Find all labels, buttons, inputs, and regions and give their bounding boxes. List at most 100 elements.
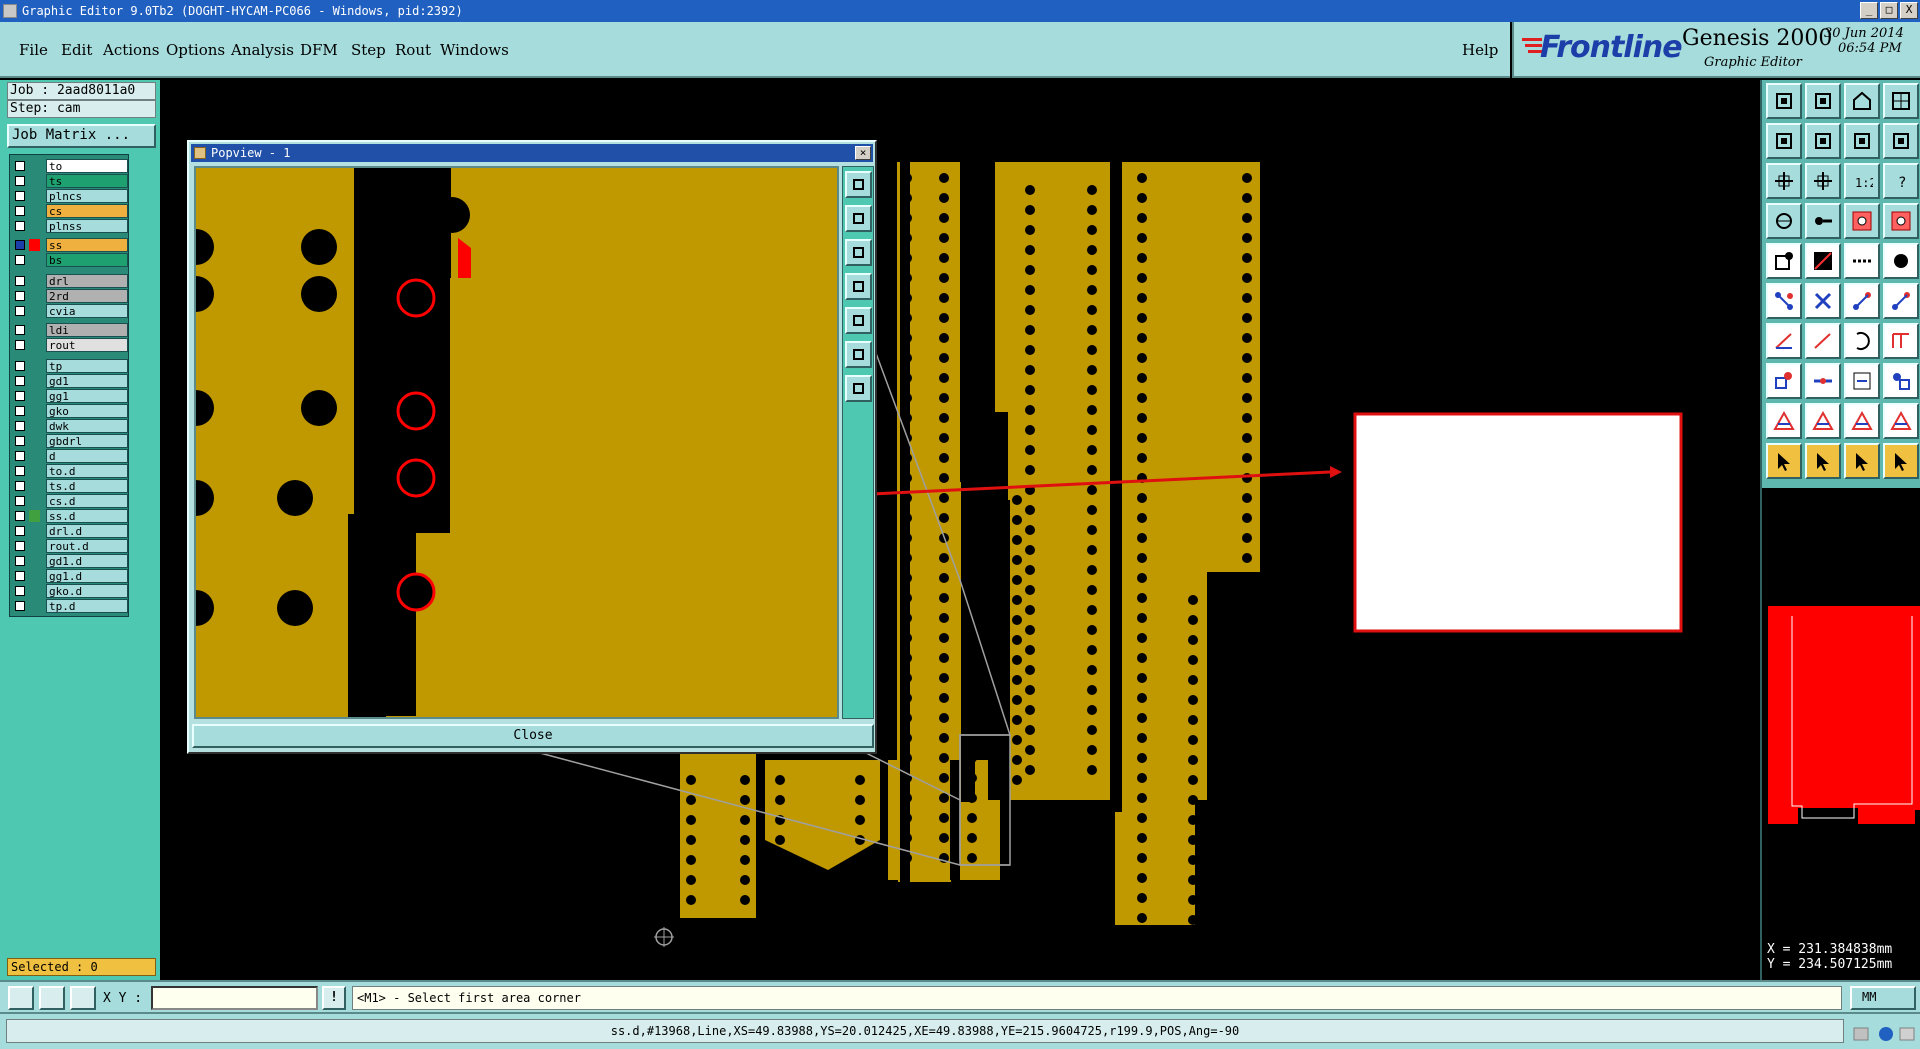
layer-checkbox[interactable] bbox=[15, 496, 25, 506]
layer-row-2rd[interactable]: 2rd bbox=[12, 289, 128, 303]
layer-checkbox[interactable] bbox=[15, 526, 25, 536]
layer-name[interactable]: to bbox=[46, 159, 128, 173]
layer-checkbox[interactable] bbox=[15, 511, 25, 521]
layer-row-gko-d[interactable]: gko.d bbox=[12, 584, 128, 598]
layer-checkbox[interactable] bbox=[15, 436, 25, 446]
layer-row-cs[interactable]: cs bbox=[12, 204, 128, 218]
layer-row-plnss[interactable]: plnss bbox=[12, 219, 128, 233]
pointer-edit-icon[interactable] bbox=[1844, 443, 1880, 479]
unit-button[interactable]: MM bbox=[1850, 986, 1916, 1010]
layer-row-cvia[interactable]: cvia bbox=[12, 304, 128, 318]
triangle-c-icon[interactable] bbox=[1883, 403, 1919, 439]
layer-checkbox[interactable] bbox=[15, 191, 25, 201]
layer-checkbox[interactable] bbox=[15, 306, 25, 316]
angle-icon[interactable] bbox=[1766, 323, 1802, 359]
layer-checkbox[interactable] bbox=[15, 421, 25, 431]
zoom-home-icon[interactable] bbox=[1766, 83, 1802, 119]
popview-canvas[interactable] bbox=[194, 166, 839, 719]
layer-checkbox[interactable] bbox=[15, 240, 25, 250]
layer-name[interactable]: cs bbox=[46, 204, 128, 218]
layer-row-ldi[interactable]: ldi bbox=[12, 323, 128, 337]
pointer-sel-icon[interactable] bbox=[1805, 443, 1841, 479]
layer-checkbox[interactable] bbox=[15, 571, 25, 581]
layer-name[interactable]: cs.d bbox=[46, 494, 128, 508]
layer-checkbox[interactable] bbox=[15, 586, 25, 596]
layer-name[interactable]: gd1 bbox=[46, 374, 128, 388]
layer-checkbox[interactable] bbox=[15, 451, 25, 461]
layer-row-bs[interactable]: bs bbox=[12, 253, 128, 267]
layer-name[interactable]: ts.d bbox=[46, 479, 128, 493]
layer-checkbox[interactable] bbox=[15, 406, 25, 416]
xy-input[interactable] bbox=[151, 986, 318, 1010]
zoom-out-icon[interactable] bbox=[1844, 123, 1880, 159]
layer-name[interactable]: drl.d bbox=[46, 524, 128, 538]
connect-icon[interactable] bbox=[1883, 283, 1919, 319]
pan-right-icon[interactable] bbox=[1805, 123, 1841, 159]
triangle-icon[interactable] bbox=[1766, 403, 1802, 439]
layer-checkbox[interactable] bbox=[15, 255, 25, 265]
layer-row-ss-d[interactable]: ss.d bbox=[12, 509, 128, 523]
snap-mode-icon[interactable] bbox=[8, 986, 34, 1010]
triangle-a-icon[interactable] bbox=[1805, 403, 1841, 439]
layer-row-gg1[interactable]: gg1 bbox=[12, 389, 128, 403]
pop-zoom-in-icon[interactable] bbox=[845, 205, 872, 232]
layer-checkbox[interactable] bbox=[15, 361, 25, 371]
minimap[interactable] bbox=[1760, 488, 1920, 936]
popview-close-button[interactable]: Close bbox=[192, 724, 874, 748]
pop-center-icon[interactable] bbox=[845, 375, 872, 402]
layout-icon[interactable] bbox=[1883, 83, 1919, 119]
pop-zoom-out-icon[interactable] bbox=[845, 239, 872, 266]
measure-icon[interactable] bbox=[1805, 203, 1841, 239]
pan-left-icon[interactable] bbox=[1766, 123, 1802, 159]
pop-pan-right-icon[interactable] bbox=[845, 307, 872, 334]
circle-icon[interactable] bbox=[1883, 243, 1919, 279]
menu-step[interactable]: Step bbox=[351, 41, 386, 59]
arc-icon[interactable] bbox=[1844, 323, 1880, 359]
layer-checkbox[interactable] bbox=[15, 206, 25, 216]
menu-windows[interactable]: Windows bbox=[440, 41, 509, 59]
menu-actions[interactable]: Actions bbox=[103, 41, 159, 59]
layer-name[interactable]: ldi bbox=[46, 323, 128, 337]
layer-row-plncs[interactable]: plncs bbox=[12, 189, 128, 203]
layer-name[interactable]: rout bbox=[46, 338, 128, 352]
layer-row-rout-d[interactable]: rout.d bbox=[12, 539, 128, 553]
layer-name[interactable]: gko bbox=[46, 404, 128, 418]
popview-close-icon[interactable]: × bbox=[855, 146, 871, 160]
layer-row-to-d[interactable]: to.d bbox=[12, 464, 128, 478]
layer-row-dwk[interactable]: dwk bbox=[12, 419, 128, 433]
maximize-button[interactable]: □ bbox=[1880, 2, 1898, 19]
job-matrix-button[interactable]: Job Matrix ... bbox=[7, 124, 156, 148]
resize-icon[interactable] bbox=[1844, 363, 1880, 399]
layer-name[interactable]: dwk bbox=[46, 419, 128, 433]
route-icon[interactable] bbox=[1844, 203, 1880, 239]
layer-name[interactable]: d bbox=[46, 449, 128, 463]
layer-row-drl-d[interactable]: drl.d bbox=[12, 524, 128, 538]
layer-name[interactable]: rout.d bbox=[46, 539, 128, 553]
minimize-button[interactable]: _ bbox=[1860, 2, 1878, 19]
layer-row-ss[interactable]: ss bbox=[12, 238, 128, 252]
layer-name[interactable]: gg1 bbox=[46, 389, 128, 403]
layer-row-ts-d[interactable]: ts.d bbox=[12, 479, 128, 493]
menu-dfm[interactable]: DFM bbox=[300, 41, 338, 59]
layer-row-gg1-d[interactable]: gg1.d bbox=[12, 569, 128, 583]
layer-name[interactable]: ts bbox=[46, 174, 128, 188]
mirror-icon[interactable] bbox=[1883, 203, 1919, 239]
layer-row-drl[interactable]: drl bbox=[12, 274, 128, 288]
layer-checkbox[interactable] bbox=[15, 391, 25, 401]
menu-file[interactable]: File bbox=[19, 41, 48, 59]
layer-checkbox[interactable] bbox=[15, 541, 25, 551]
pop-fit-icon[interactable] bbox=[845, 171, 872, 198]
vertex-icon[interactable] bbox=[1766, 363, 1802, 399]
layer-row-to[interactable]: to bbox=[12, 159, 128, 173]
layer-checkbox[interactable] bbox=[15, 466, 25, 476]
close-window-button[interactable]: X bbox=[1900, 2, 1918, 19]
layer-checkbox[interactable] bbox=[15, 340, 25, 350]
layer-name[interactable]: tp bbox=[46, 359, 128, 373]
layer-row-gko[interactable]: gko bbox=[12, 404, 128, 418]
layer-name[interactable]: plncs bbox=[46, 189, 128, 203]
grid-mode-icon[interactable] bbox=[39, 986, 65, 1010]
layer-checkbox[interactable] bbox=[15, 291, 25, 301]
layer-row-tp[interactable]: tp bbox=[12, 359, 128, 373]
layer-checkbox[interactable] bbox=[15, 601, 25, 611]
layer-name[interactable]: plnss bbox=[46, 219, 128, 233]
